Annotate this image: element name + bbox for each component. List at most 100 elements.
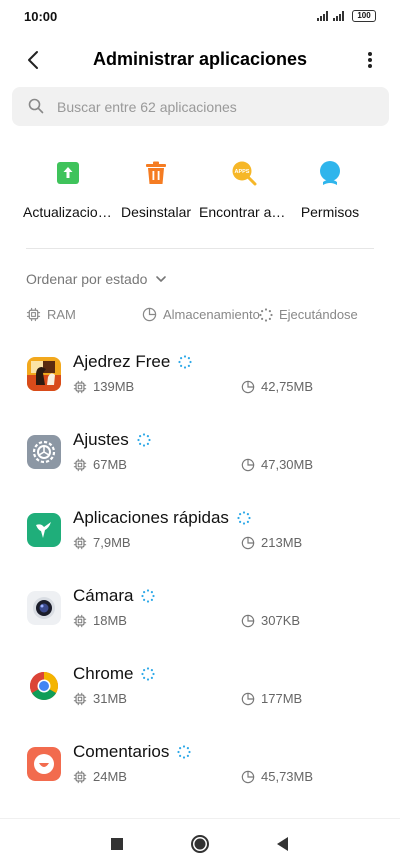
status-time: 10:00 bbox=[24, 9, 58, 24]
sort-dropdown[interactable]: Ordenar por estado bbox=[26, 271, 167, 287]
app-row[interactable]: Chrome 31MB 177MB bbox=[0, 652, 400, 728]
column-storage[interactable]: Almacenamiento bbox=[142, 307, 260, 322]
app-name-row: Ajedrez Free bbox=[73, 352, 192, 372]
app-storage: 45,73MB bbox=[241, 769, 313, 784]
app-name: Ajedrez Free bbox=[73, 352, 171, 371]
app-storage: 47,30MB bbox=[241, 457, 313, 472]
column-ram-label: RAM bbox=[47, 307, 76, 322]
chrome-icon bbox=[27, 669, 61, 703]
app-ram: 24MB bbox=[73, 769, 127, 784]
permissions-icon bbox=[320, 161, 340, 185]
action-updates[interactable]: Actualizaciones bbox=[18, 160, 118, 220]
search-icon bbox=[28, 98, 44, 114]
running-icon bbox=[141, 589, 156, 603]
app-storage: 213MB bbox=[241, 535, 302, 550]
app-storage-value: 213MB bbox=[261, 535, 303, 550]
app-ram: 67MB bbox=[73, 457, 127, 472]
pie-icon bbox=[241, 770, 255, 783]
app-storage: 307KB bbox=[241, 613, 300, 628]
pie-icon bbox=[241, 458, 255, 471]
app-storage-value: 47,30MB bbox=[261, 457, 314, 472]
search-bar[interactable] bbox=[12, 87, 389, 126]
action-uninstall[interactable]: Desinstalar bbox=[106, 160, 206, 220]
chip-icon bbox=[73, 536, 87, 549]
quick-apps-icon bbox=[27, 513, 61, 547]
app-row[interactable]: Aplicaciones rápidas 7,9MB 213MB bbox=[0, 496, 400, 572]
running-icon bbox=[137, 433, 151, 447]
action-row: Actualizaciones Desinstalar APPS Encontr… bbox=[0, 160, 400, 220]
column-running-label: Ejecutándose bbox=[279, 307, 358, 322]
chip-icon bbox=[26, 307, 41, 322]
running-icon bbox=[237, 511, 251, 525]
search-input[interactable] bbox=[57, 87, 377, 126]
pie-icon bbox=[241, 536, 255, 549]
more-vertical-icon bbox=[368, 52, 372, 68]
pie-icon bbox=[142, 307, 157, 322]
app-row[interactable]: Comentarios 24MB 45,73MB bbox=[0, 730, 400, 806]
pie-icon bbox=[241, 692, 255, 705]
app-name-row: Comentarios bbox=[73, 742, 191, 762]
chip-icon bbox=[73, 458, 87, 471]
action-find-apps-label: Encontrar aplicaciones bbox=[199, 204, 289, 220]
action-uninstall-label: Desinstalar bbox=[120, 204, 192, 220]
svg-text:APPS: APPS bbox=[235, 169, 250, 175]
app-storage: 42,75MB bbox=[241, 379, 313, 394]
pie-icon bbox=[241, 614, 255, 627]
settings-app-icon bbox=[27, 435, 61, 469]
app-ram: 18MB bbox=[73, 613, 127, 628]
sort-label: Ordenar por estado bbox=[26, 271, 148, 287]
action-updates-label: Actualizaciones bbox=[23, 204, 113, 220]
app-storage-value: 177MB bbox=[261, 691, 303, 706]
recents-button[interactable] bbox=[106, 833, 128, 855]
column-running[interactable]: Ejecutándose bbox=[259, 307, 358, 322]
app-name: Aplicaciones rápidas bbox=[73, 508, 229, 527]
app-storage-value: 42,75MB bbox=[261, 379, 314, 394]
column-headers: RAM Almacenamiento Ejecutándose bbox=[26, 307, 376, 325]
running-icon bbox=[178, 355, 192, 369]
navigation-bar bbox=[0, 818, 400, 866]
header: Administrar aplicaciones bbox=[0, 40, 400, 80]
app-name-row: Aplicaciones rápidas bbox=[73, 508, 251, 528]
signal-icon bbox=[317, 11, 328, 21]
page-title: Administrar aplicaciones bbox=[92, 49, 308, 69]
app-storage-value: 307KB bbox=[261, 613, 301, 628]
app-name-row: Ajustes bbox=[73, 430, 151, 450]
app-storage-value: 45,73MB bbox=[261, 769, 314, 784]
signal-icon bbox=[333, 11, 344, 21]
action-find-apps[interactable]: APPS Encontrar aplicaciones bbox=[194, 160, 294, 220]
app-ram-value: 18MB bbox=[93, 613, 127, 628]
home-button[interactable] bbox=[189, 833, 211, 855]
app-row[interactable]: Ajedrez Free 139MB 42,75MB bbox=[0, 340, 400, 416]
app-row[interactable]: Ajustes 67MB 47,30MB bbox=[0, 418, 400, 494]
app-ram-value: 31MB bbox=[93, 691, 127, 706]
running-icon bbox=[141, 667, 156, 681]
loading-icon bbox=[259, 307, 273, 322]
app-row[interactable]: Cámara 18MB 307KB bbox=[0, 574, 400, 650]
column-ram[interactable]: RAM bbox=[26, 307, 76, 322]
chess-icon bbox=[27, 357, 61, 391]
app-ram: 139MB bbox=[73, 379, 134, 394]
feedback-icon bbox=[27, 747, 61, 781]
app-ram: 7,9MB bbox=[73, 535, 131, 550]
chip-icon bbox=[73, 770, 87, 783]
chip-icon bbox=[73, 380, 87, 393]
app-name-row: Cámara bbox=[73, 586, 156, 606]
back-nav-button[interactable] bbox=[271, 833, 293, 855]
app-name: Chrome bbox=[73, 664, 134, 683]
running-icon bbox=[177, 745, 191, 759]
chevron-down-icon bbox=[156, 276, 167, 282]
action-permissions-label: Permisos bbox=[300, 204, 360, 220]
action-permissions[interactable]: Permisos bbox=[280, 160, 380, 220]
app-name: Comentarios bbox=[73, 742, 170, 761]
app-storage: 177MB bbox=[241, 691, 302, 706]
circle-icon bbox=[191, 835, 209, 853]
apps-search-icon: APPS bbox=[232, 161, 257, 186]
app-name-row: Chrome bbox=[73, 664, 156, 684]
more-options-button[interactable] bbox=[360, 46, 380, 74]
trash-icon bbox=[146, 161, 166, 184]
triangle-back-icon bbox=[277, 837, 288, 851]
column-storage-label: Almacenamiento bbox=[163, 307, 260, 322]
app-ram: 31MB bbox=[73, 691, 127, 706]
status-bar: 10:00 100 bbox=[0, 0, 400, 34]
square-icon bbox=[111, 838, 123, 850]
